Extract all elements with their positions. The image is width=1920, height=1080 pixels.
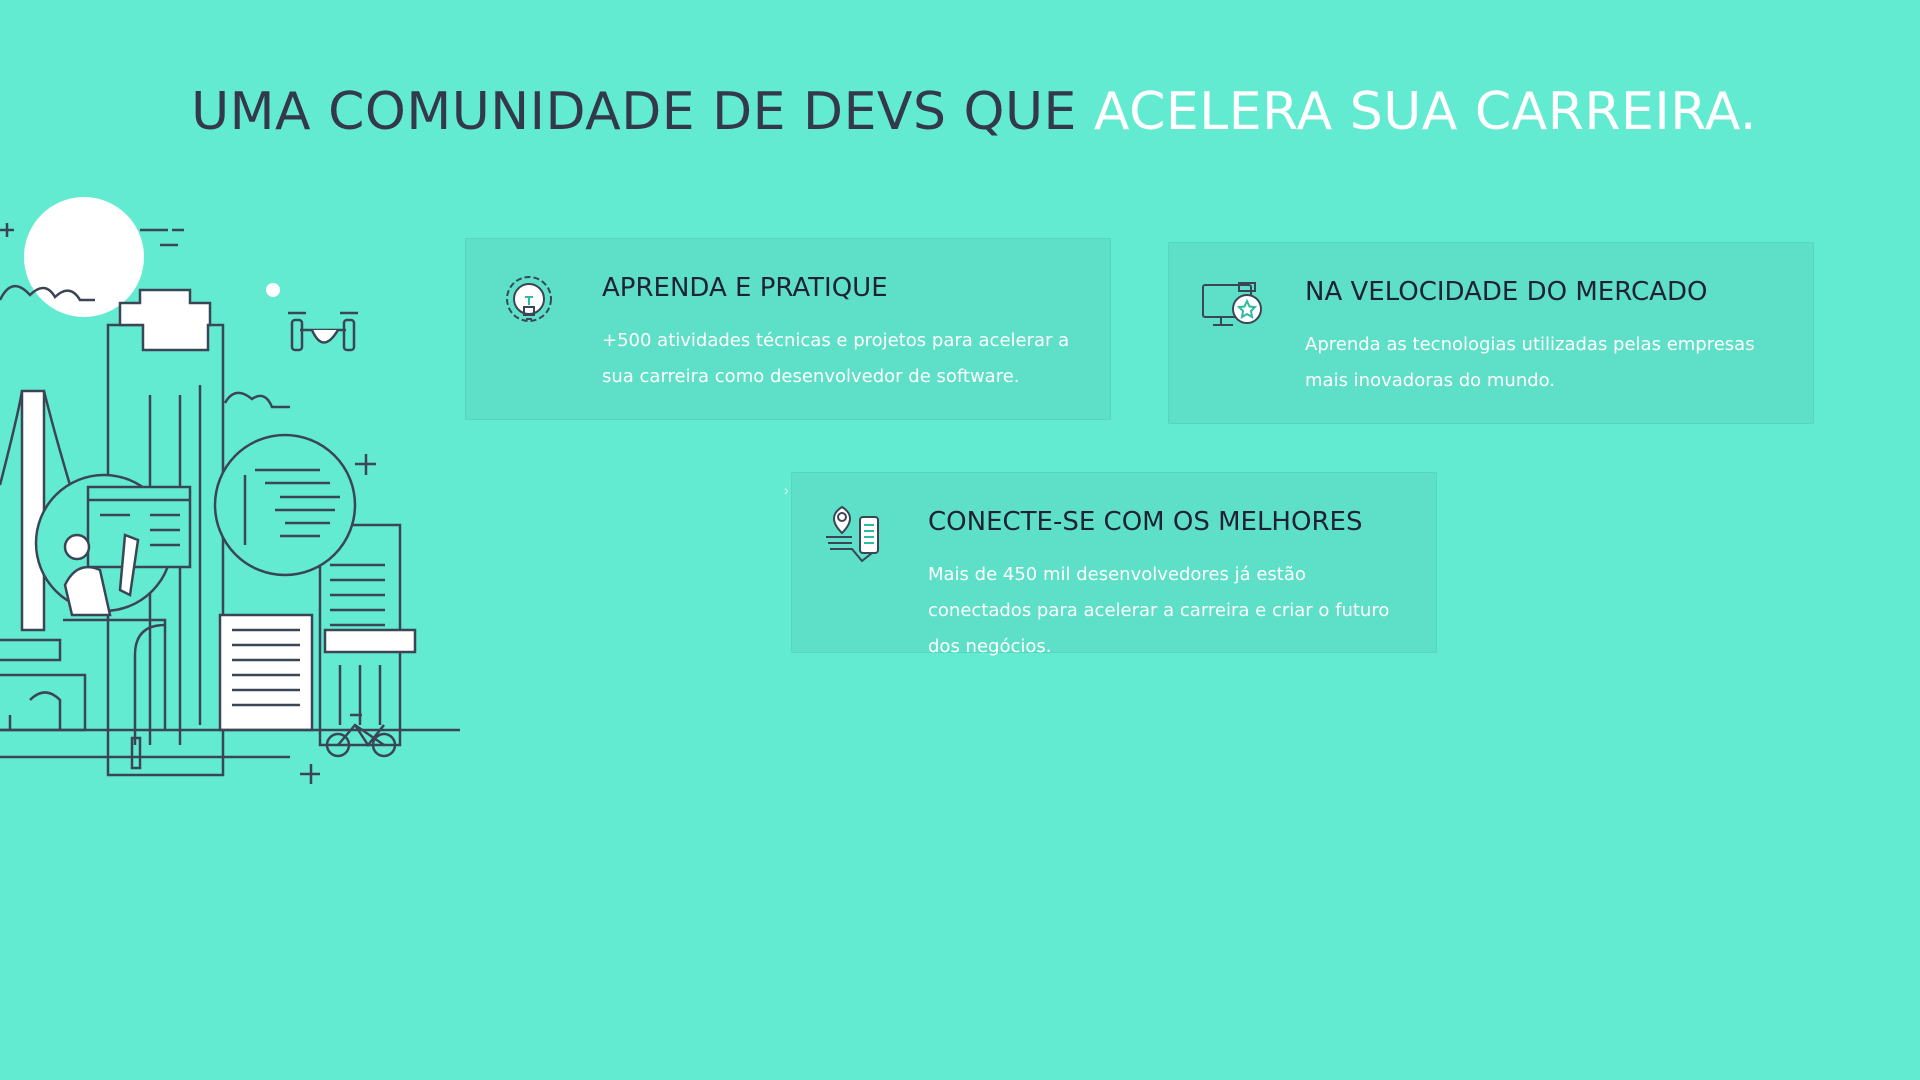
plus-shape: [0, 223, 14, 237]
lightbulb-gear-icon: [506, 276, 552, 322]
drone-shape: [288, 311, 358, 352]
monitor-star-icon: [1202, 282, 1262, 326]
card-description: Mais de 450 mil desenvolvedores já estão…: [928, 564, 1390, 657]
map-pin-phone-icon: [826, 505, 879, 563]
plus-shape: [355, 454, 376, 475]
headline-accent-text: ACELERA SUA CARREIRA.: [1093, 82, 1757, 142]
feature-card-market: NA VELOCIDADE DO MERCADO Aprenda as tecn…: [1168, 242, 1814, 424]
headline-dark-text: UMA COMUNIDADE DE DEVS QUE: [191, 82, 1094, 142]
page: UMA COMUNIDADE DE DEVS QUE ACELERA SUA C…: [0, 0, 1920, 1080]
page-headline: UMA COMUNIDADE DE DEVS QUE ACELERA SUA C…: [0, 82, 1920, 142]
card-title: CONECTE-SE COM OS MELHORES: [928, 507, 1363, 537]
feature-card-learn: APRENDA E PRATIQUE +500 atividades técni…: [465, 238, 1111, 420]
feature-card-connect: CONECTE-SE COM OS MELHORES Mais de 450 m…: [791, 472, 1437, 657]
chevron-right-icon: ›: [784, 482, 789, 498]
small-dot-shape: [266, 283, 280, 297]
card-title: NA VELOCIDADE DO MERCADO: [1305, 277, 1708, 307]
city-illustration: [0, 197, 460, 784]
plus-shape: [300, 764, 320, 784]
card-description: Aprenda as tecnologias utilizadas pelas …: [1305, 334, 1755, 391]
card-description: +500 atividades técnicas e projetos para…: [602, 330, 1070, 387]
card-title: APRENDA E PRATIQUE: [602, 273, 888, 303]
